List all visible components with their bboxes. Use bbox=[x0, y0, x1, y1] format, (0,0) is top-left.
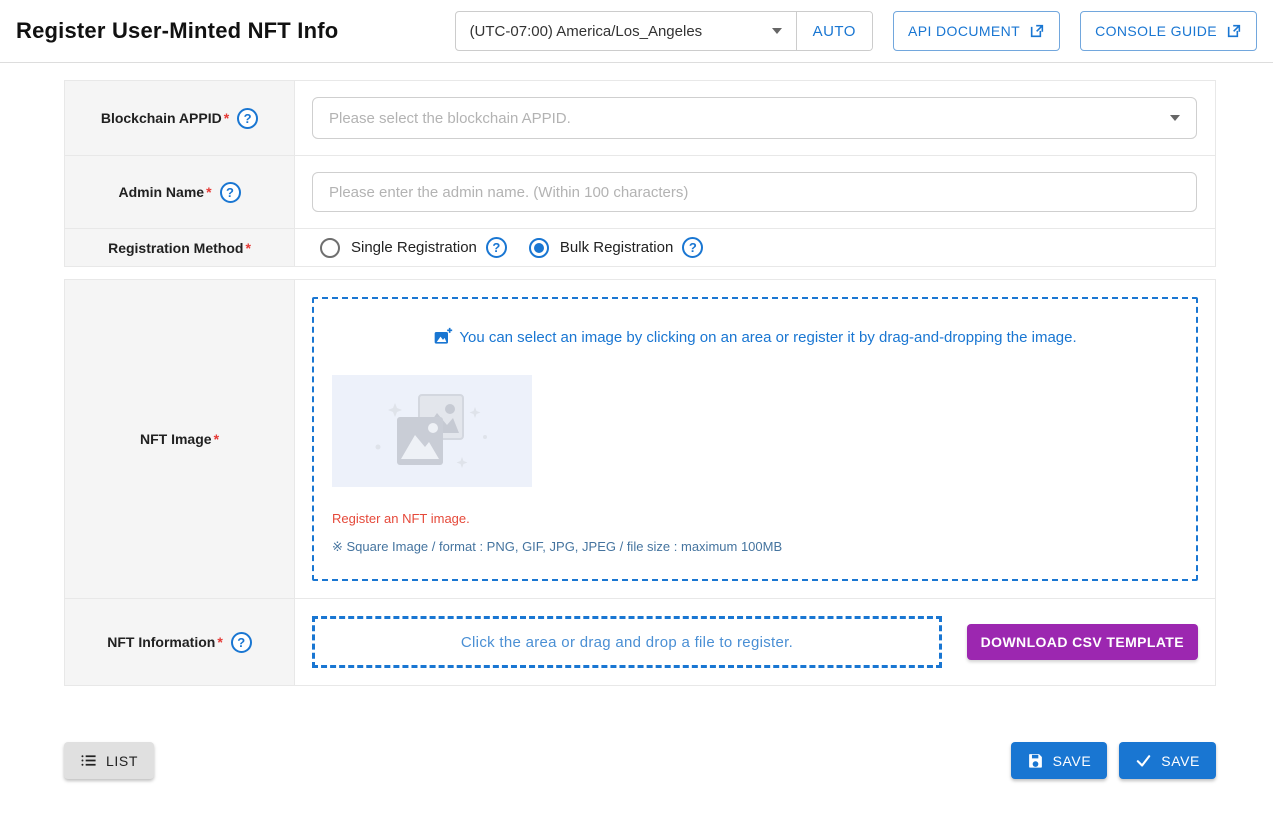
register-nft-form: Blockchain APPID* ? Please select the bl… bbox=[64, 80, 1216, 686]
required-mark: * bbox=[217, 634, 222, 650]
save-button-primary[interactable]: SAVE bbox=[1011, 742, 1108, 779]
radio-single-label: Single Registration bbox=[351, 239, 477, 256]
timezone-control: (UTC-07:00) America/Los_Angeles AUTO bbox=[455, 11, 873, 51]
blockchain-appid-placeholder: Please select the blockchain APPID. bbox=[329, 110, 571, 127]
registration-method-label: Registration Method* bbox=[108, 240, 251, 256]
help-icon[interactable]: ? bbox=[231, 632, 252, 653]
row-nft-information: NFT Information* ? Click the area or dra… bbox=[65, 598, 1215, 685]
save-button-label: SAVE bbox=[1053, 753, 1092, 769]
console-guide-button[interactable]: CONSOLE GUIDE bbox=[1080, 11, 1257, 51]
admin-name-input[interactable] bbox=[312, 172, 1197, 212]
api-document-label: API DOCUMENT bbox=[908, 23, 1020, 39]
nft-image-note: ※ Square Image / format : PNG, GIF, JPG,… bbox=[332, 539, 1178, 555]
timezone-select[interactable]: (UTC-07:00) America/Los_Angeles bbox=[456, 12, 796, 50]
timezone-value: (UTC-07:00) America/Los_Angeles bbox=[470, 23, 703, 40]
external-link-icon bbox=[1226, 23, 1242, 39]
list-icon bbox=[80, 752, 97, 769]
nft-information-content: Click the area or drag and drop a file t… bbox=[295, 599, 1215, 685]
nft-information-label: NFT Information* bbox=[107, 634, 223, 650]
row-admin-name: Admin Name* ? bbox=[65, 155, 1215, 228]
external-link-icon bbox=[1029, 23, 1045, 39]
console-guide-label: CONSOLE GUIDE bbox=[1095, 23, 1217, 39]
blockchain-appid-label-cell: Blockchain APPID* ? bbox=[65, 81, 295, 155]
row-blockchain-appid: Blockchain APPID* ? Please select the bl… bbox=[65, 81, 1215, 155]
save-disk-icon bbox=[1027, 752, 1044, 769]
chevron-down-icon bbox=[1170, 115, 1180, 121]
admin-name-label-cell: Admin Name* ? bbox=[65, 156, 295, 228]
help-icon[interactable]: ? bbox=[682, 237, 703, 258]
radio-bulk-label: Bulk Registration bbox=[560, 239, 673, 256]
nft-information-dropzone-text: Click the area or drag and drop a file t… bbox=[461, 634, 793, 651]
dropzone-instruction-text: You can select an image by clicking on a… bbox=[459, 329, 1076, 346]
save-button-confirm[interactable]: SAVE bbox=[1119, 742, 1216, 779]
required-mark: * bbox=[214, 431, 219, 447]
registration-method-content: Single Registration ? Bulk Registration … bbox=[295, 229, 1215, 266]
form-block-files: NFT Image* You can select an image by cl… bbox=[64, 279, 1216, 686]
dropzone-instruction: You can select an image by clicking on a… bbox=[332, 327, 1178, 347]
help-icon[interactable]: ? bbox=[220, 182, 241, 203]
required-mark: * bbox=[224, 110, 229, 126]
admin-name-content bbox=[295, 156, 1215, 228]
footer-save-actions: SAVE SAVE bbox=[1011, 742, 1216, 779]
header-actions: (UTC-07:00) America/Los_Angeles AUTO API… bbox=[455, 11, 1257, 51]
form-block-basic: Blockchain APPID* ? Please select the bl… bbox=[64, 80, 1216, 267]
admin-name-label: Admin Name* bbox=[118, 184, 211, 200]
radio-unchecked-icon[interactable] bbox=[320, 238, 340, 258]
nft-image-dropzone[interactable]: You can select an image by clicking on a… bbox=[312, 297, 1198, 581]
page-title: Register User-Minted NFT Info bbox=[16, 18, 338, 44]
help-icon[interactable]: ? bbox=[486, 237, 507, 258]
help-icon[interactable]: ? bbox=[237, 108, 258, 129]
row-registration-method: Registration Method* Single Registration… bbox=[65, 228, 1215, 266]
nft-information-dropzone[interactable]: Click the area or drag and drop a file t… bbox=[312, 616, 942, 668]
radio-checked-icon[interactable] bbox=[529, 238, 549, 258]
form-footer: LIST SAVE SAVE bbox=[64, 742, 1216, 779]
timezone-auto-button[interactable]: AUTO bbox=[796, 12, 872, 50]
add-image-icon bbox=[433, 327, 453, 347]
required-mark: * bbox=[206, 184, 211, 200]
blockchain-appid-content: Please select the blockchain APPID. bbox=[295, 81, 1215, 155]
radio-bulk-registration[interactable]: Bulk Registration ? bbox=[529, 237, 703, 258]
chevron-down-icon bbox=[772, 28, 782, 34]
image-placeholder-icon bbox=[357, 385, 507, 477]
nft-image-content: You can select an image by clicking on a… bbox=[295, 280, 1215, 598]
nft-information-label-cell: NFT Information* ? bbox=[65, 599, 295, 685]
nft-image-label: NFT Image* bbox=[140, 431, 219, 447]
list-button-label: LIST bbox=[106, 753, 138, 769]
save-button-label: SAVE bbox=[1161, 753, 1200, 769]
api-document-button[interactable]: API DOCUMENT bbox=[893, 11, 1060, 51]
required-mark: * bbox=[245, 240, 250, 256]
registration-method-label-cell: Registration Method* bbox=[65, 229, 295, 266]
blockchain-appid-label: Blockchain APPID* bbox=[101, 110, 229, 126]
page-header: Register User-Minted NFT Info (UTC-07:00… bbox=[0, 0, 1273, 63]
nft-image-label-cell: NFT Image* bbox=[65, 280, 295, 598]
row-nft-image: NFT Image* You can select an image by cl… bbox=[65, 280, 1215, 598]
download-csv-template-button[interactable]: DOWNLOAD CSV TEMPLATE bbox=[967, 624, 1198, 660]
radio-single-registration[interactable]: Single Registration ? bbox=[320, 237, 507, 258]
nft-image-warning: Register an NFT image. bbox=[332, 511, 1178, 526]
blockchain-appid-select[interactable]: Please select the blockchain APPID. bbox=[312, 97, 1197, 139]
check-icon bbox=[1135, 752, 1152, 769]
list-button[interactable]: LIST bbox=[64, 742, 154, 779]
nft-image-placeholder bbox=[332, 375, 532, 487]
